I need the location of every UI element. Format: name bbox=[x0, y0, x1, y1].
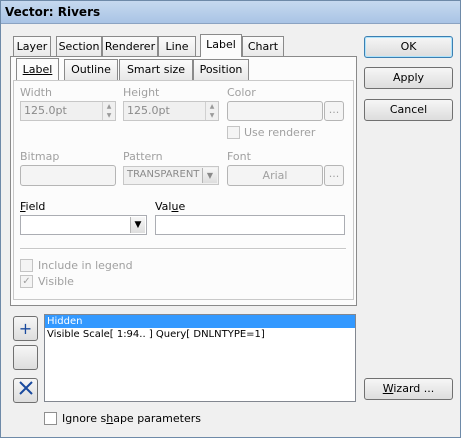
use-renderer-checkbox[interactable] bbox=[227, 126, 240, 139]
delete-x-icon bbox=[18, 381, 33, 395]
add-rule-button[interactable]: + bbox=[13, 316, 38, 341]
visible-checkbox[interactable]: ✓ bbox=[20, 275, 33, 288]
apply-button[interactable]: Apply bbox=[364, 67, 453, 89]
subtab-position[interactable]: Position bbox=[193, 59, 249, 80]
ok-button[interactable]: OK bbox=[364, 36, 453, 58]
pattern-select[interactable]: TRANSPARENT ▼ bbox=[123, 166, 219, 185]
visible-label: Visible bbox=[38, 275, 74, 288]
font-button[interactable]: Arial bbox=[227, 165, 323, 186]
tab-layer[interactable]: Layer bbox=[13, 36, 51, 57]
bitmap-button[interactable] bbox=[20, 165, 116, 186]
height-input[interactable]: 125.0pt ▲ ▼ bbox=[123, 101, 219, 121]
list-item[interactable]: Hidden bbox=[45, 315, 355, 328]
font-browse-button[interactable]: ... bbox=[324, 165, 344, 186]
width-label: Width bbox=[20, 86, 52, 99]
height-spinner[interactable]: ▲ ▼ bbox=[205, 102, 218, 120]
list-item[interactable]: Visible Scale[ 1:94.. ] Query[ DNLNTYPE=… bbox=[45, 328, 355, 341]
pattern-dropdown-arrow[interactable]: ▼ bbox=[202, 168, 217, 183]
subtab-smart-size[interactable]: Smart size bbox=[119, 59, 193, 80]
tab-section[interactable]: Section bbox=[56, 36, 102, 57]
tab-line[interactable]: Line bbox=[158, 36, 196, 57]
tab-label[interactable]: Label bbox=[200, 34, 242, 57]
ignore-shape-checkbox[interactable] bbox=[44, 412, 57, 425]
include-in-legend-label: Include in legend bbox=[38, 259, 133, 272]
delete-rule-button[interactable] bbox=[13, 378, 38, 403]
height-label: Height bbox=[123, 86, 160, 99]
value-input[interactable] bbox=[155, 215, 345, 235]
use-renderer-label: Use renderer bbox=[244, 126, 316, 139]
subtab-label[interactable]: Label bbox=[16, 58, 59, 80]
wizard-button[interactable]: Wizard ... bbox=[364, 378, 453, 400]
title-bar: Vector: Rivers bbox=[1, 1, 460, 24]
subtab-outline[interactable]: Outline bbox=[64, 59, 118, 80]
tab-renderer[interactable]: Renderer bbox=[102, 36, 158, 57]
field-select[interactable]: ▼ bbox=[20, 215, 147, 235]
color-label: Color bbox=[227, 86, 256, 99]
cancel-button[interactable]: Cancel bbox=[364, 99, 453, 121]
width-spinner[interactable]: ▲ ▼ bbox=[102, 102, 115, 120]
field-label: Field bbox=[20, 200, 46, 213]
rules-list[interactable]: Hidden Visible Scale[ 1:94.. ] Query[ DN… bbox=[44, 314, 356, 402]
dialog-window: Vector: Rivers Layer Section Renderer Li… bbox=[0, 0, 461, 438]
separator bbox=[20, 248, 346, 250]
color-swatch-button[interactable] bbox=[227, 101, 323, 121]
include-in-legend-checkbox[interactable] bbox=[20, 259, 33, 272]
window-title: Vector: Rivers bbox=[5, 5, 101, 19]
tab-chart[interactable]: Chart bbox=[242, 36, 284, 57]
font-label: Font bbox=[227, 150, 251, 163]
pattern-label: Pattern bbox=[123, 150, 163, 163]
ignore-shape-label: Ignore shape parameters bbox=[62, 412, 201, 425]
field-dropdown-arrow[interactable]: ▼ bbox=[130, 217, 145, 233]
bitmap-label: Bitmap bbox=[20, 150, 60, 163]
edit-rule-button[interactable] bbox=[13, 345, 38, 370]
width-input[interactable]: 125.0pt ▲ ▼ bbox=[20, 101, 116, 121]
color-browse-button[interactable]: ... bbox=[324, 101, 344, 121]
value-label: Value bbox=[155, 200, 186, 213]
